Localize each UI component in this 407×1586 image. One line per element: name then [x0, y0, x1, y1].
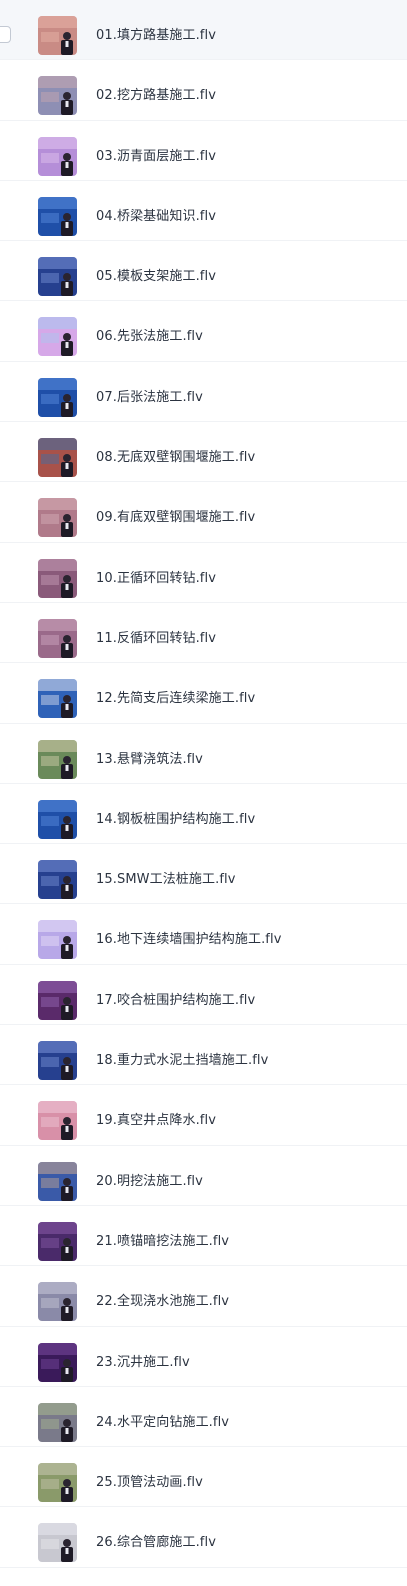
file-row[interactable]: 15.SMW工法桩施工.flv	[0, 844, 407, 905]
file-row[interactable]: 26.综合管廊施工.flv	[0, 1507, 407, 1568]
file-row[interactable]: 20.明挖法施工.flv	[0, 1146, 407, 1206]
file-name: 09.有底双壁钢围堰施工.flv	[96, 510, 256, 526]
file-row[interactable]: 12.先简支后连续梁施工.flv	[0, 663, 407, 724]
file-name: 12.先简支后连续梁施工.flv	[96, 691, 256, 707]
file-name: 24.水平定向钻施工.flv	[96, 1414, 230, 1430]
file-name: 05.模板支架施工.flv	[96, 269, 216, 285]
file-row[interactable]: 10.正循环回转钻.flv	[0, 543, 407, 603]
file-row[interactable]: 02.挖方路基施工.flv	[0, 60, 407, 121]
file-row[interactable]: 14.钢板桩围护结构施工.flv	[0, 784, 407, 845]
file-name: 13.悬臂浇筑法.flv	[96, 751, 203, 767]
file-name: 17.咬合桩围护结构施工.flv	[96, 992, 256, 1008]
video-thumbnail-icon	[38, 799, 77, 839]
file-name: 20.明挖法施工.flv	[96, 1173, 203, 1189]
file-name: 06.先张法施工.flv	[96, 329, 203, 345]
file-row[interactable]: 19.真空井点降水.flv	[0, 1085, 407, 1146]
video-thumbnail-icon	[38, 76, 77, 116]
video-thumbnail-icon	[38, 920, 77, 960]
file-row[interactable]: 06.先张法施工.flv	[0, 301, 407, 362]
file-name: 04.桥梁基础知识.flv	[96, 208, 216, 224]
video-thumbnail-icon	[38, 980, 77, 1020]
video-thumbnail-icon	[38, 618, 77, 658]
file-name: 22.全现浇水池施工.flv	[96, 1294, 230, 1310]
video-thumbnail-icon	[38, 438, 77, 478]
file-row[interactable]: 08.无底双壁钢围堰施工.flv	[0, 422, 407, 483]
video-thumbnail-icon	[38, 377, 77, 417]
file-row[interactable]: 04.桥梁基础知识.flv	[0, 181, 407, 242]
file-name: 26.综合管廊施工.flv	[96, 1535, 216, 1551]
video-thumbnail-icon	[38, 16, 77, 55]
file-name: 23.沉井施工.flv	[96, 1354, 190, 1370]
file-row[interactable]: 05.模板支架施工.flv	[0, 241, 407, 302]
video-thumbnail-icon	[38, 1041, 77, 1081]
video-thumbnail-icon	[38, 1221, 77, 1261]
file-row[interactable]: 18.重力式水泥土挡墙施工.flv	[0, 1025, 407, 1086]
video-thumbnail-icon	[38, 1523, 77, 1563]
file-name: 14.钢板桩围护结构施工.flv	[96, 811, 256, 827]
file-name: 21.喷锚暗挖法施工.flv	[96, 1233, 230, 1249]
file-list: 01.填方路基施工.flv 02.挖方路基施工.flv 03.沥青面层施工.flv 0…	[0, 0, 407, 1568]
file-row[interactable]: 16.地下连续墙围护结构施工.flv	[0, 904, 407, 965]
video-thumbnail-icon	[38, 1402, 77, 1442]
video-thumbnail-icon	[38, 1101, 77, 1141]
video-thumbnail-icon	[38, 1463, 77, 1503]
file-row[interactable]: 07.后张法施工.flv	[0, 362, 407, 423]
file-row[interactable]: 22.全现浇水池施工.flv	[0, 1266, 407, 1327]
file-row[interactable]: 21.喷锚暗挖法施工.flv	[0, 1206, 407, 1267]
file-row[interactable]: 01.填方路基施工.flv	[0, 0, 407, 61]
video-thumbnail-icon	[38, 136, 77, 176]
file-row[interactable]: 24.水平定向钻施工.flv	[0, 1387, 407, 1448]
file-name: 11.反循环回转钻.flv	[96, 630, 216, 646]
file-name: 19.真空井点降水.flv	[96, 1113, 216, 1129]
video-thumbnail-icon	[38, 1161, 77, 1201]
video-thumbnail-icon	[38, 317, 77, 357]
video-thumbnail-icon	[38, 257, 77, 297]
video-thumbnail-icon	[38, 679, 77, 719]
file-name: 18.重力式水泥土挡墙施工.flv	[96, 1053, 269, 1069]
file-row[interactable]: 09.有底双壁钢围堰施工.flv	[0, 482, 407, 543]
file-row[interactable]: 03.沥青面层施工.flv	[0, 121, 407, 181]
file-name: 02.挖方路基施工.flv	[96, 88, 216, 104]
row-checkbox[interactable]	[0, 26, 11, 43]
video-thumbnail-icon	[38, 739, 77, 779]
file-name: 10.正循环回转钻.flv	[96, 570, 216, 586]
file-name: 03.沥青面层施工.flv	[96, 148, 216, 164]
file-name: 08.无底双壁钢围堰施工.flv	[96, 450, 256, 466]
video-thumbnail-icon	[38, 558, 77, 598]
video-thumbnail-icon	[38, 860, 77, 900]
file-name: 07.后张法施工.flv	[96, 389, 203, 405]
file-row[interactable]: 13.悬臂浇筑法.flv	[0, 724, 407, 784]
file-name: 25.顶管法动画.flv	[96, 1475, 203, 1491]
file-name: 01.填方路基施工.flv	[96, 28, 216, 43]
file-name: 16.地下连续墙围护结构施工.flv	[96, 932, 282, 948]
file-row[interactable]: 11.反循环回转钻.flv	[0, 603, 407, 664]
file-name: 15.SMW工法桩施工.flv	[96, 872, 236, 888]
file-row[interactable]: 23.沉井施工.flv	[0, 1327, 407, 1387]
video-thumbnail-icon	[38, 1282, 77, 1322]
file-row[interactable]: 25.顶管法动画.flv	[0, 1447, 407, 1508]
video-thumbnail-icon	[38, 498, 77, 538]
file-row[interactable]: 17.咬合桩围护结构施工.flv	[0, 965, 407, 1026]
video-thumbnail-icon	[38, 196, 77, 236]
video-thumbnail-icon	[38, 1342, 77, 1382]
